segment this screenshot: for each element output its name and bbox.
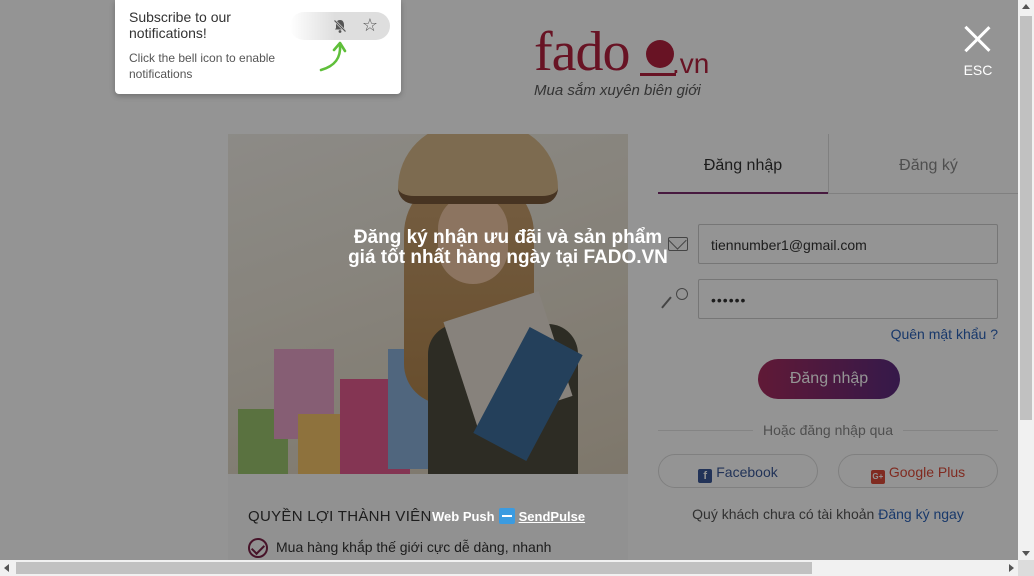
scroll-down-icon[interactable] (1022, 551, 1030, 556)
powered-by[interactable]: Web Push SendPulse (432, 508, 585, 524)
notification-description: Click the bell icon to enable notificati… (129, 51, 276, 81)
bell-off-icon[interactable] (332, 18, 348, 34)
close-icon[interactable] (962, 24, 992, 54)
scroll-thumb[interactable] (1020, 16, 1032, 420)
scroll-thumb[interactable] (16, 562, 812, 574)
powered-by-prefix: Web Push (432, 509, 495, 524)
arrow-icon (319, 41, 347, 72)
scrollbar-corner (1018, 560, 1034, 576)
vertical-scrollbar[interactable] (1018, 0, 1034, 560)
powered-by-brand[interactable]: SendPulse (519, 509, 585, 524)
horizontal-scrollbar[interactable] (0, 560, 1018, 576)
esc-label[interactable]: ESC (962, 62, 994, 78)
sendpulse-icon (498, 508, 515, 524)
notification-prompt: Subscribe to our notifications! Click th… (115, 0, 401, 94)
scroll-right-icon[interactable] (1009, 564, 1014, 572)
promo-headline: Đăng ký nhận ưu đãi và sản phẩm giá tốt … (348, 227, 668, 268)
notification-title: Subscribe to our notifications! (129, 9, 231, 41)
star-icon[interactable]: ☆ (360, 15, 380, 35)
scroll-left-icon[interactable] (4, 564, 9, 572)
scroll-up-icon[interactable] (1022, 4, 1030, 9)
